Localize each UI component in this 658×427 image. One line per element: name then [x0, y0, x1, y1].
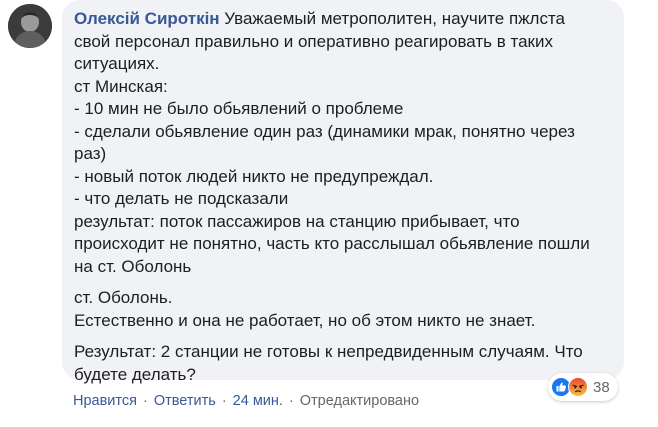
- comment-actions: Нравится · Ответить · 24 мин. · Отредакт…: [73, 393, 419, 409]
- comment-line: - новый поток людей никто не предупрежда…: [74, 166, 434, 186]
- comment-first-line-text: Уважаемый метрополитен, научите пжлста: [219, 9, 566, 28]
- comment-line: происходит не понятно, часть кто расслыш…: [74, 234, 590, 253]
- comment-line: Естественно и она не работает, но об это…: [74, 310, 536, 330]
- comment-line: ст Минская:: [74, 76, 168, 96]
- reactions-summary[interactable]: 38: [548, 373, 618, 401]
- comment-line: ситуациях.: [74, 54, 160, 73]
- comment-line: будете делать?: [74, 364, 196, 384]
- comment-bubble: Олексій Сироткін Уважаемый метрополитен,…: [62, 0, 624, 384]
- angry-icon: [568, 377, 588, 397]
- comment-line: на ст. Оболонь: [74, 256, 192, 276]
- comment-line: ст. Оболонь.: [74, 288, 173, 307]
- comment-line: Олексій Сироткін Уважаемый метрополитен,…: [74, 8, 610, 31]
- comment-line: раз): [74, 144, 107, 163]
- edited-label[interactable]: Отредактировано: [300, 393, 419, 409]
- timestamp-link[interactable]: 24 мин.: [233, 393, 283, 409]
- comment-line: - что делать не подсказали: [74, 189, 289, 208]
- separator-dot: ·: [221, 393, 227, 409]
- separator-dot: ·: [142, 393, 148, 409]
- comment-line: - сделали обьявление один раз (динамики …: [74, 121, 575, 141]
- comment-line: результат: поток пассажиров на станцию п…: [74, 211, 520, 231]
- author-name[interactable]: Олексій Сироткін: [74, 9, 220, 28]
- comment-line: Результат: 2 станции не готовы к непредв…: [74, 342, 583, 361]
- reaction-count: 38: [593, 378, 610, 396]
- avatar[interactable]: [8, 4, 52, 48]
- comment-line: свой персонал правильно и оперативно реа…: [74, 31, 553, 51]
- separator-dot: ·: [288, 393, 294, 409]
- comment-line: - 10 мин не было обьявлений о проблеме: [74, 99, 404, 118]
- reply-link[interactable]: Ответить: [154, 393, 216, 409]
- avatar-photo: [8, 4, 52, 48]
- like-link[interactable]: Нравится: [73, 393, 137, 409]
